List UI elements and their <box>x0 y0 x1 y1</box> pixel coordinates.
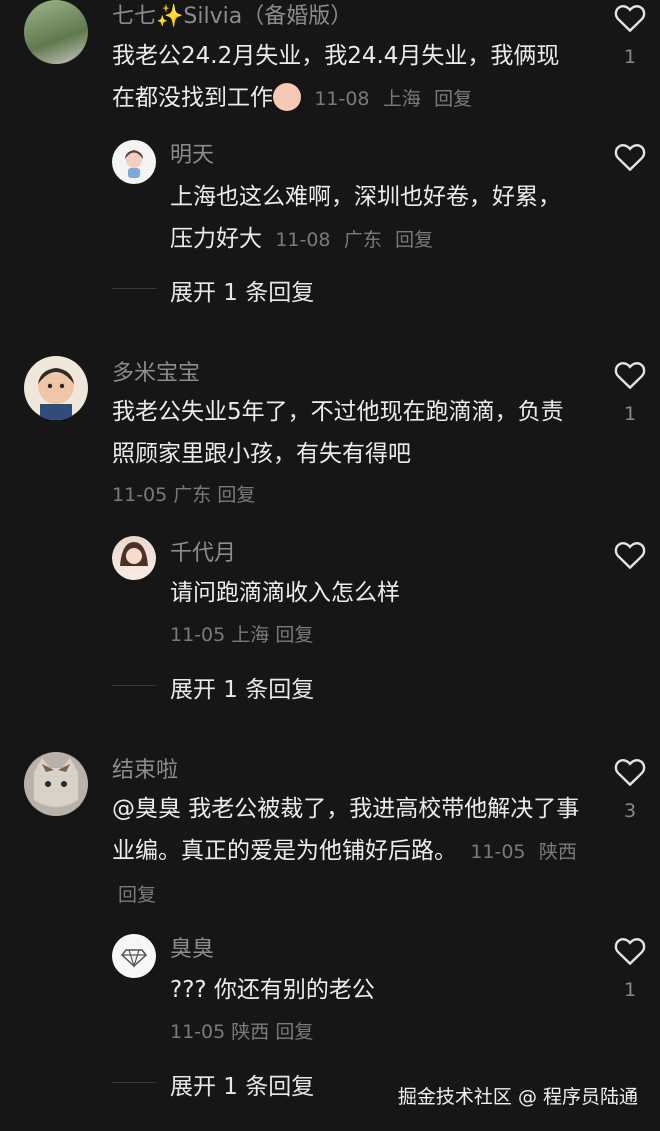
username[interactable]: 多米宝宝 <box>112 361 200 387</box>
like-button[interactable] <box>610 541 650 569</box>
baby-photo-icon <box>38 368 74 420</box>
comment-text: 我老公24.2月失业，我24.4月失业，我俩现在都没找到工作 11-08 上海 … <box>112 35 582 120</box>
avatar[interactable] <box>112 536 156 580</box>
divider <box>112 685 156 686</box>
avatar[interactable] <box>24 752 88 816</box>
comment-location: 上海 <box>382 88 421 110</box>
reply-link[interactable]: 回复 <box>275 1021 313 1043</box>
comment-text: @臭臭 我老公被裁了，我进高校带他解决了事业编。真正的爱是为他铺好后路。 11-… <box>112 788 582 916</box>
like-button[interactable]: 1 <box>610 361 650 425</box>
reply-meta: 11-05 上海 回复 <box>170 622 313 648</box>
avatar[interactable] <box>24 356 88 420</box>
username[interactable]: 七七✨Silvia（备婚版） <box>112 4 352 30</box>
reply-link[interactable]: 回复 <box>118 884 156 906</box>
reply-location: 陕西 <box>231 1021 270 1043</box>
username[interactable]: 臭臭 <box>170 937 214 963</box>
like-button[interactable]: 1 <box>610 4 650 68</box>
like-count: 1 <box>623 46 637 68</box>
heart-icon <box>614 759 646 786</box>
heart-icon <box>614 144 646 171</box>
like-count: 1 <box>623 403 637 425</box>
cartoon-girl-icon <box>125 150 143 178</box>
username[interactable]: 明天 <box>170 143 214 169</box>
like-button[interactable] <box>610 143 650 171</box>
reply-location: 广东 <box>343 229 382 251</box>
reply-link[interactable]: 回复 <box>395 229 433 251</box>
expand-replies-button[interactable]: 展开 1 条回复 <box>170 670 314 704</box>
heart-icon <box>614 362 646 389</box>
reply-location: 上海 <box>231 624 270 646</box>
girl-photo-icon <box>120 542 148 566</box>
divider <box>112 288 156 289</box>
reply-date: 11-08 <box>275 229 331 251</box>
watermark: 掘金技术社区 @ 程序员陆通 <box>397 1086 638 1108</box>
avatar[interactable] <box>112 140 156 184</box>
avatar[interactable] <box>24 0 88 64</box>
comment-date: 11-05 <box>112 484 168 506</box>
cat-photo-icon <box>34 758 78 807</box>
reply-meta: 11-05 陕西 回复 <box>170 1019 313 1045</box>
comment-date: 11-05 <box>470 841 526 863</box>
comment-location: 广东 <box>173 484 212 506</box>
like-count: 1 <box>623 979 637 1001</box>
diamond-icon <box>120 949 148 969</box>
heart-icon <box>614 938 646 965</box>
heart-icon <box>614 542 646 569</box>
comment-text: 我老公失业5年了，不过他现在跑滴滴，负责照顾家里跟小孩，有失有得吧 <box>112 399 564 467</box>
expand-replies-button[interactable]: 展开 1 条回复 <box>170 273 314 307</box>
like-button[interactable]: 3 <box>610 758 650 822</box>
crying-emoji-icon <box>273 82 301 111</box>
reply-text: 上海也这么难啊，深圳也好卷，好累，压力好大 11-08 广东 回复 <box>170 176 580 261</box>
reply-link[interactable]: 回复 <box>434 88 472 110</box>
username[interactable]: 结束啦 <box>112 758 178 784</box>
avatar[interactable] <box>112 934 156 978</box>
comment-location: 陕西 <box>538 841 577 863</box>
like-count: 3 <box>623 800 637 822</box>
like-button[interactable]: 1 <box>610 937 650 1001</box>
comment-date: 11-08 <box>314 88 370 110</box>
reply-link[interactable]: 回复 <box>217 484 255 506</box>
reply-date: 11-05 <box>170 624 226 646</box>
comment-meta: 11-05 广东 回复 <box>112 482 255 508</box>
username[interactable]: 千代月 <box>170 541 236 567</box>
divider <box>112 1082 156 1083</box>
reply-text: ??? 你还有别的老公 <box>170 977 375 1003</box>
reply-text: 请问跑滴滴收入怎么样 <box>170 580 400 606</box>
heart-icon <box>614 5 646 32</box>
reply-link[interactable]: 回复 <box>275 624 313 646</box>
reply-date: 11-05 <box>170 1021 226 1043</box>
expand-replies-button[interactable]: 展开 1 条回复 <box>170 1067 314 1101</box>
